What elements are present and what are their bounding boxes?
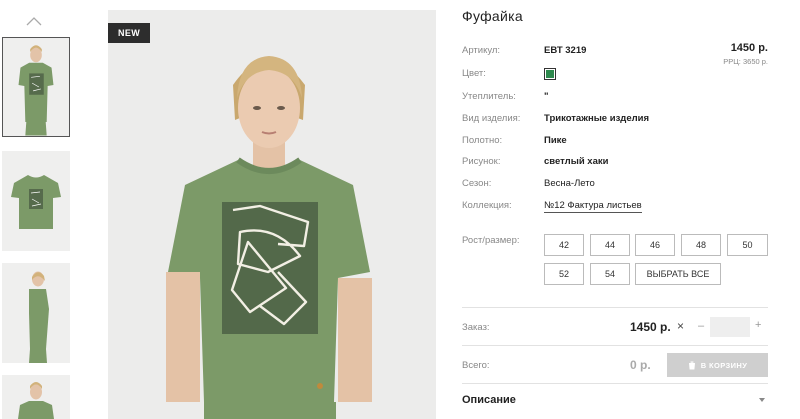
- spec-value: ": [544, 91, 549, 102]
- quantity-input[interactable]: [710, 317, 750, 337]
- order-price: 1450 р.: [630, 320, 671, 334]
- size-button-50[interactable]: 50: [727, 234, 768, 256]
- collection-link[interactable]: №12 Фактура листьев: [544, 200, 642, 213]
- spec-label: Рисунок:: [462, 156, 501, 167]
- add-to-cart-label: В КОРЗИНУ: [700, 360, 748, 370]
- add-to-cart-button[interactable]: В КОРЗИНУ: [667, 353, 768, 377]
- thumbnail-extra[interactable]: [2, 375, 70, 419]
- total-label: Всего:: [462, 360, 490, 371]
- decrement-button[interactable]: –: [698, 320, 704, 332]
- multiply-icon: ×: [677, 319, 685, 333]
- thumbnail-gallery: [0, 0, 72, 419]
- description-toggle[interactable]: Описание: [462, 394, 516, 406]
- caret-down-icon[interactable]: [758, 396, 766, 404]
- product-info-panel: Фуфайка 1450 р. РРЦ: 3650 р. Артикул: ЕВ…: [462, 0, 768, 419]
- spec-label: Вид изделия:: [462, 113, 521, 124]
- size-button-44[interactable]: 44: [590, 234, 630, 256]
- rrp-price: РРЦ: 3650 р.: [723, 57, 768, 66]
- spec-label: Артикул:: [462, 45, 501, 56]
- total-value: 0 р.: [630, 358, 651, 372]
- product-price: 1450 р.: [730, 42, 768, 54]
- model-photo: [108, 10, 436, 419]
- thumbnail-side[interactable]: [2, 263, 70, 363]
- spec-value: ЕВТ 3219: [544, 45, 587, 56]
- model-front-image: [3, 38, 69, 136]
- spec-value: Весна-Лето: [544, 178, 595, 189]
- size-button-52[interactable]: 52: [544, 263, 584, 285]
- size-button-46[interactable]: 46: [635, 234, 675, 256]
- order-label: Заказ:: [462, 322, 490, 333]
- sizes-label: Рост/размер:: [462, 235, 520, 246]
- size-button-48[interactable]: 48: [681, 234, 721, 256]
- spec-label: Полотно:: [462, 135, 503, 146]
- increment-button[interactable]: +: [755, 319, 761, 331]
- size-button-42[interactable]: 42: [544, 234, 584, 256]
- model-front-image-2: [2, 375, 70, 419]
- model-side-image: [2, 263, 70, 363]
- spec-label: Цвет:: [462, 68, 486, 79]
- main-product-image: [108, 10, 436, 419]
- product-title: Фуфайка: [462, 8, 523, 24]
- spec-value: Пике: [544, 135, 567, 146]
- spec-label: Сезон:: [462, 178, 492, 189]
- color-swatch[interactable]: [544, 68, 556, 80]
- divider: [462, 307, 768, 308]
- color-swatch-fill: [546, 70, 554, 78]
- thumbnail-front[interactable]: [2, 37, 70, 137]
- divider: [462, 345, 768, 346]
- tshirt-flat-image: [2, 151, 70, 251]
- chevron-up-icon[interactable]: [26, 14, 42, 30]
- select-all-sizes-button[interactable]: ВЫБРАТЬ ВСЕ: [635, 263, 721, 285]
- trash-bag-icon: [688, 361, 695, 369]
- size-button-54[interactable]: 54: [590, 263, 630, 285]
- thumbnail-flat[interactable]: [2, 151, 70, 251]
- spec-value: Трикотажные изделия: [544, 113, 650, 124]
- spec-label: Коллекция:: [462, 200, 512, 211]
- new-badge: NEW: [108, 23, 151, 43]
- spec-value: светлый хаки: [544, 156, 609, 167]
- divider: [462, 383, 768, 384]
- spec-label: Утеплитель:: [462, 91, 516, 102]
